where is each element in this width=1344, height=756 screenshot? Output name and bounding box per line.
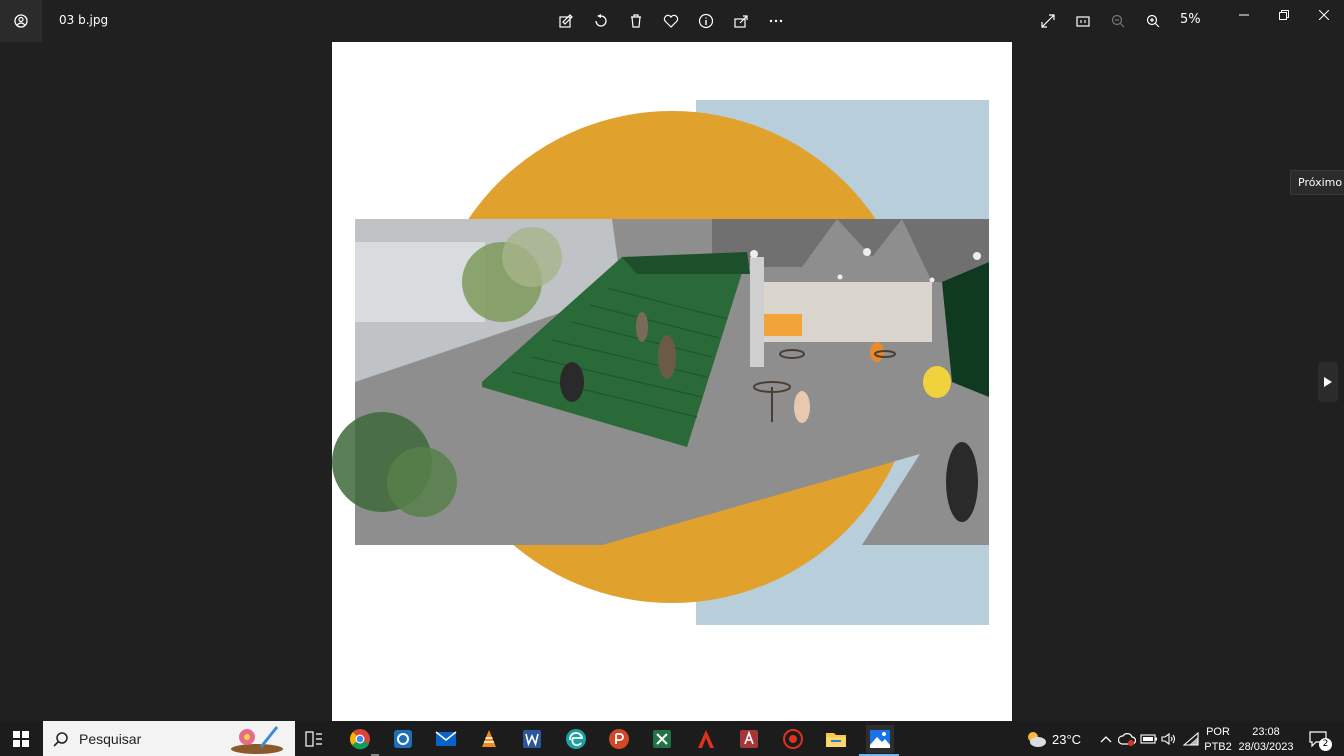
windows-start-button[interactable]: [0, 721, 42, 756]
title-bar: 03 b.jpg 5%: [0, 0, 1344, 42]
minimize-button[interactable]: [1224, 0, 1264, 30]
clock-time: 23:08: [1252, 726, 1280, 738]
mail-icon[interactable]: [432, 725, 460, 753]
zoom-level[interactable]: 5%: [1180, 12, 1201, 27]
input-language[interactable]: POR PTB2: [1204, 725, 1232, 755]
app-icon-red[interactable]: [779, 725, 807, 753]
search-placeholder: Pesquisar: [79, 730, 142, 747]
info-icon[interactable]: [694, 9, 718, 33]
favorite-icon[interactable]: [659, 9, 683, 33]
cloud-sync-icon[interactable]: [1116, 725, 1138, 753]
taskbar: Pesquisar 23°C POR PTB2 23:08 28/03/2023…: [0, 721, 1344, 756]
weather-temp[interactable]: 23°C: [1052, 732, 1081, 747]
battery-icon[interactable]: [1138, 725, 1160, 753]
file-name: 03 b.jpg: [59, 13, 109, 27]
wifi-icon[interactable]: [1180, 725, 1202, 753]
restore-button[interactable]: [1264, 0, 1304, 30]
photos-app-icon[interactable]: [0, 0, 42, 42]
task-view-icon[interactable]: [300, 725, 328, 753]
zoom-out-icon[interactable]: [1106, 9, 1130, 33]
close-button[interactable]: [1304, 0, 1344, 30]
chevron-up-icon[interactable]: [1094, 725, 1118, 753]
photo-canvas: [332, 42, 1012, 722]
more-icon[interactable]: [764, 9, 788, 33]
acrobat-icon[interactable]: [692, 725, 720, 753]
word-icon[interactable]: [518, 725, 546, 753]
share-icon[interactable]: [729, 9, 753, 33]
volume-icon[interactable]: [1158, 725, 1180, 753]
app-icon-blue[interactable]: [389, 725, 417, 753]
rotate-icon[interactable]: [589, 9, 613, 33]
search-highlight-icon: [231, 726, 283, 754]
notification-count: 2: [1319, 738, 1332, 751]
chrome-icon[interactable]: [346, 725, 374, 753]
clock-date: 28/03/2023: [1238, 741, 1294, 753]
expand-icon[interactable]: [1036, 9, 1060, 33]
access-icon[interactable]: [735, 725, 763, 753]
photos-icon[interactable]: [866, 725, 894, 753]
search-icon: [53, 731, 68, 747]
excel-icon[interactable]: [648, 725, 676, 753]
architectural-rendering: [332, 100, 989, 625]
fit-icon[interactable]: [1071, 9, 1095, 33]
clock[interactable]: 23:08 28/03/2023: [1236, 725, 1296, 755]
search-box[interactable]: Pesquisar: [43, 721, 295, 756]
vlc-icon[interactable]: [475, 725, 503, 753]
file-explorer-icon[interactable]: [822, 725, 850, 753]
zoom-in-icon[interactable]: [1141, 9, 1165, 33]
delete-icon[interactable]: [624, 9, 648, 33]
edit-image-icon[interactable]: [554, 9, 578, 33]
weather-icon[interactable]: [1022, 725, 1050, 753]
language-code: POR: [1206, 726, 1230, 738]
next-tooltip: Próximo: [1290, 170, 1344, 195]
powerpoint-icon[interactable]: [605, 725, 633, 753]
keyboard-layout: PTB2: [1204, 741, 1232, 753]
next-arrow-button[interactable]: [1318, 362, 1338, 402]
notification-center-icon[interactable]: 2: [1304, 725, 1332, 753]
edge-icon[interactable]: [562, 725, 590, 753]
play-right-icon: [1324, 377, 1332, 387]
